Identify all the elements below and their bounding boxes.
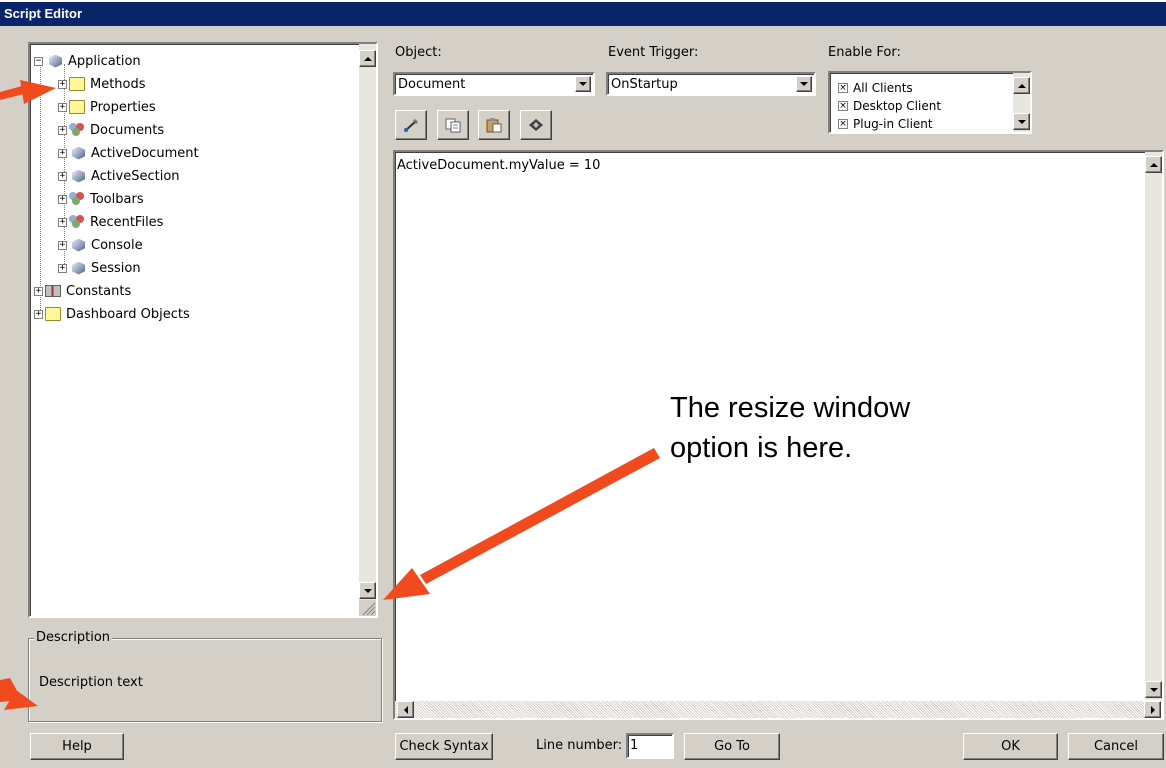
arrow-resize — [383, 448, 660, 600]
arrow-description — [0, 678, 38, 710]
annotation-arrows — [0, 80, 660, 710]
arrow-methods — [0, 80, 56, 104]
